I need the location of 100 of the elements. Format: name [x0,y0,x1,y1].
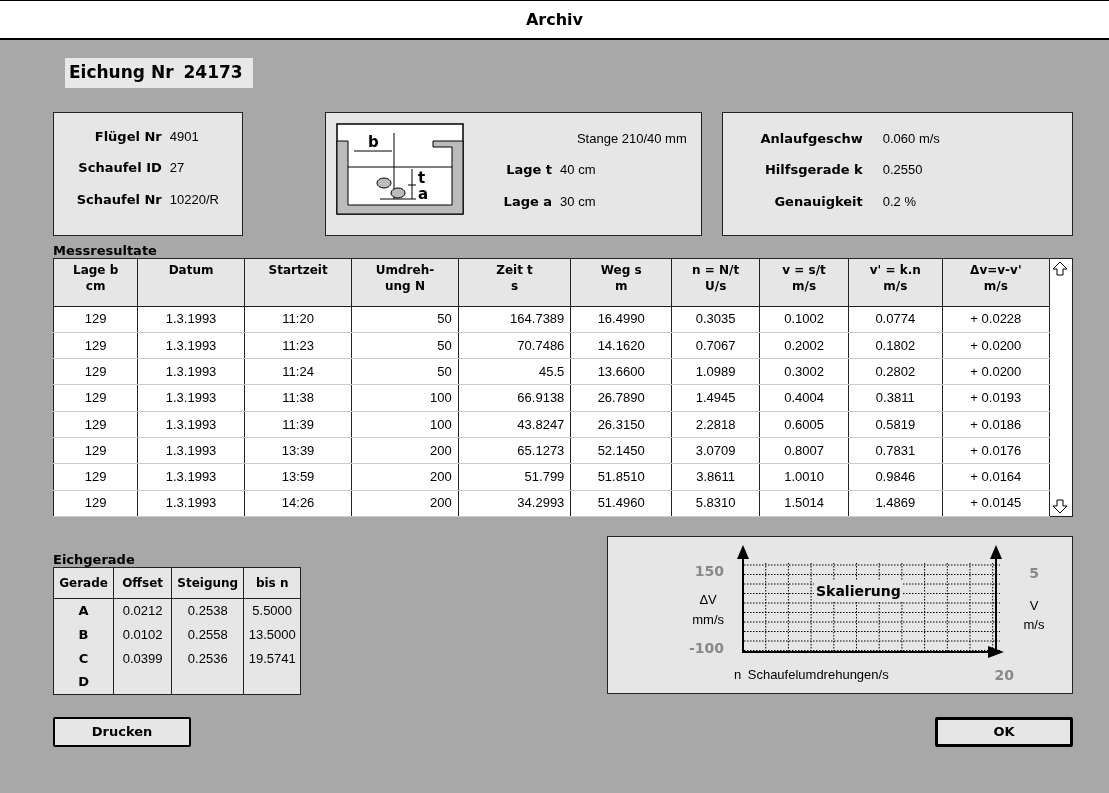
table-cell: 65.1273 [458,437,571,464]
table-cell: 43.8247 [458,411,571,438]
field-label: Lage a [503,192,553,211]
field-value: 40 cm [560,161,597,179]
table-cell: 70.7486 [458,332,571,359]
table-cell: 50 [351,306,459,333]
axis-symbol: ΔV [699,591,717,610]
column-header: Gerade [53,567,114,599]
table-cell: 0.2536 [187,650,228,666]
table-cell: 1.3.1993 [137,306,245,333]
table-cell: 0.1002 [759,306,849,333]
table-cell: 50 [351,358,459,385]
table-cell: 200 [351,463,459,491]
table-cell: 26.7890 [570,384,672,412]
table-cell: 0.2802 [848,358,943,385]
table-cell: 0.5819 [848,411,943,438]
section-title: Eichgerade [53,551,136,567]
table-cell: 1.4945 [671,384,760,412]
table-cell: 164.7389 [458,306,571,333]
row-label: A [78,602,89,618]
field-label: Schaufel Nr [75,190,162,209]
scrollbar[interactable] [1050,257,1073,517]
field-label: Hilfsgerade k [763,161,863,179]
table-cell: 11:23 [244,332,352,359]
table-cell: 0.7831 [848,437,943,464]
table-cell: 129 [53,411,138,438]
field-value: 30 cm [560,192,597,211]
window-title: Archiv [525,8,584,31]
axis-title: Schaufelumdrehungen/s [747,665,889,684]
table-cell: 100 [351,384,459,412]
table-cell: 129 [53,384,138,412]
column-header: Umdreh- ung N [351,258,459,306]
table-cell: 11:20 [244,306,352,333]
rod-label: Stange 210/40 mm [575,129,687,148]
table-cell: + 0.0164 [942,463,1050,491]
row-label: B [78,626,89,642]
field-label: Flügel Nr [93,127,162,146]
table-cell: 129 [53,306,138,333]
table-cell: 0.6005 [759,411,849,438]
table-cell: 34.2993 [458,490,571,517]
table-cell: 11:38 [244,384,352,412]
table-cell: + 0.0200 [942,358,1050,385]
axis-unit: m/s [1023,616,1045,635]
table-cell: + 0.0228 [942,306,1050,333]
axis-symbol: n [734,665,742,684]
table-cell: 51.8510 [570,463,672,491]
table-cell: 1.3.1993 [137,358,245,385]
table-cell: 0.8007 [759,437,849,464]
table-cell: 1.3.1993 [137,411,245,438]
table-cell: 11:24 [244,358,352,385]
table-cell: 14:26 [244,490,352,517]
table-cell: 129 [53,332,138,359]
table-cell: 51.4960 [570,490,672,517]
table-cell: 1.0010 [759,463,849,491]
column-header: Lage b cm [53,258,138,306]
ok-button[interactable]: OK [935,716,1073,747]
column-header: Steigung [171,567,244,599]
column-header: Weg s m [570,258,672,306]
table-cell: 50 [351,332,459,359]
dimension-label: a [417,184,428,203]
axis-unit: mm/s [692,610,724,629]
table-cell: 0.3002 [759,358,849,385]
column-header: Startzeit [244,258,352,306]
table-cell: 11:39 [244,411,352,438]
table-cell: 0.0212 [122,602,163,618]
table-cell: 129 [53,490,138,517]
table-cell: 13:59 [244,463,352,491]
table-cell: 129 [53,358,138,385]
table-cell: 26.3150 [570,411,672,438]
table-cell: 0.4004 [759,384,849,412]
table-cell: 0.0774 [848,306,943,333]
field-label: Genauigkeit [773,192,863,211]
dimension-label: t [417,168,425,187]
column-header: Offset [113,567,172,599]
field-value: 27 [169,159,186,177]
table-cell: 52.1450 [570,437,672,464]
table-cell: 0.3035 [671,306,760,333]
table-cell: 1.3.1993 [137,463,245,491]
table-cell: 45.5 [458,358,571,385]
table-cell: 3.0709 [671,437,760,464]
axis-max-label: 150 [694,561,724,581]
print-button[interactable]: Drucken [53,716,191,747]
axis-min-label: -100 [688,638,724,658]
column-header: Datum [137,258,245,306]
table-cell: 0.7067 [671,332,760,359]
table-cell: 0.9846 [848,463,943,491]
field-value: 4901 [169,127,200,146]
table-cell: 1.4869 [848,490,943,517]
table-cell: 66.9138 [458,384,571,412]
table-cell: 0.0102 [122,626,163,642]
column-header: n = N/t U/s [671,258,760,306]
table-cell: 51.799 [458,463,571,491]
column-header: Zeit t s [458,258,571,306]
table-cell: 200 [351,490,459,517]
field-label: Anlaufgeschw [759,129,863,148]
table-cell: 14.1620 [570,332,672,359]
table-cell: 0.1802 [848,332,943,359]
row-label: C [78,650,89,666]
table-cell: 0.0399 [122,650,163,666]
table-cell: 129 [53,437,138,464]
